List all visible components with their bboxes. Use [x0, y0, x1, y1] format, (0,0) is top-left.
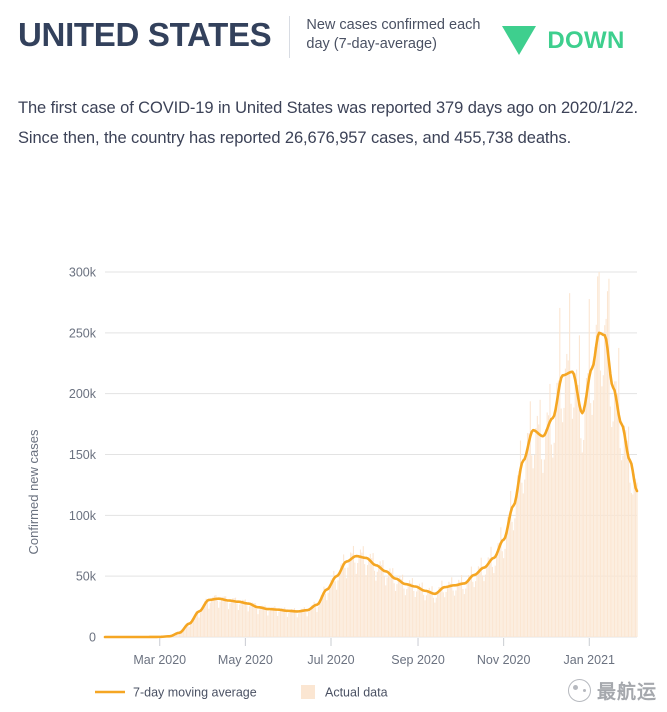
chart-subtitle: New cases confirmed each day (7-day-aver…	[306, 17, 481, 52]
watermark: 最航运	[567, 677, 657, 704]
svg-text:300k: 300k	[69, 266, 97, 280]
y-axis-title: Confirmed new cases	[26, 429, 41, 554]
svg-text:50k: 50k	[76, 570, 97, 584]
svg-text:Sep 2020: Sep 2020	[391, 653, 445, 667]
page-title: UNITED STATES	[18, 16, 272, 53]
svg-text:250k: 250k	[69, 326, 97, 340]
y-axis-tick-labels: 0 50k 100k 150k 200k 250k 300k	[69, 266, 97, 645]
svg-text:Actual data: Actual data	[325, 686, 388, 700]
svg-text:150k: 150k	[69, 448, 97, 462]
chart-svg: 0 50k 100k 150k 200k 250k 300k Mar 2020 May 202…	[26, 266, 639, 700]
page-header: UNITED STATES New cases confirmed each d…	[0, 0, 667, 66]
summary-paragraph: The first case of COVID-19 in United Sta…	[18, 98, 638, 147]
triangle-down-icon	[502, 26, 537, 55]
svg-text:Jul 2020: Jul 2020	[307, 653, 354, 667]
svg-text:Mar 2020: Mar 2020	[133, 653, 186, 667]
svg-text:200k: 200k	[69, 387, 97, 401]
trend-indicator: DOWN	[502, 12, 624, 55]
chart-legend: 7-day moving average Actual data	[95, 685, 388, 700]
svg-text:Nov 2020: Nov 2020	[477, 653, 531, 667]
watermark-text: 最航运	[596, 681, 657, 703]
header-divider	[289, 16, 291, 58]
svg-text:100k: 100k	[69, 509, 97, 523]
svg-text:0: 0	[89, 631, 96, 645]
watermark-logo-icon	[567, 679, 591, 702]
svg-text:7-day moving average: 7-day moving average	[133, 686, 257, 700]
svg-text:May 2020: May 2020	[218, 653, 273, 667]
svg-text:Jan 2021: Jan 2021	[564, 653, 615, 667]
x-axis-tick-labels: Mar 2020 May 2020 Jul 2020 Sep 2020 Nov 2020…	[133, 638, 615, 667]
trend-label: DOWN	[547, 26, 625, 54]
covid-cases-chart: 0 50k 100k 150k 200k 250k 300k Mar 2020 May 202…	[0, 192, 667, 712]
